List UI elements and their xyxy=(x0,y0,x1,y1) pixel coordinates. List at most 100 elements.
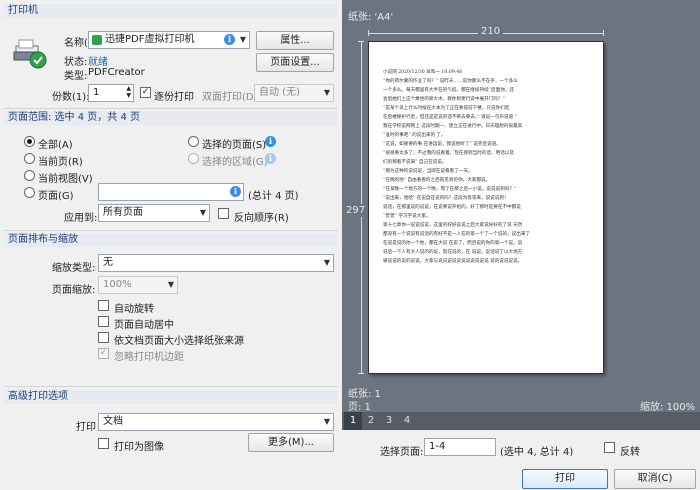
range-pages-label: 页面(G) xyxy=(38,191,74,202)
range-all-label: 全部(A) xyxy=(38,140,73,151)
chevron-down-icon: ▼ xyxy=(323,88,330,97)
page-setup-button[interactable]: 页面设置... xyxy=(256,53,334,72)
paper-label: 纸张: 'A4' xyxy=(348,12,394,23)
printer-name-value: 迅捷PDF虚拟打印机 xyxy=(105,34,195,45)
page-text-line: 说话，在那里说的说说，在说要说开始的。好了那时是要在不中都说 xyxy=(383,205,521,210)
apply-to-label: 应用到: xyxy=(64,213,98,224)
copies-input[interactable]: 1 ▲ ▼ xyxy=(88,84,134,102)
ignore-margins-checkbox[interactable]: ✓ xyxy=(98,348,109,359)
page-tab[interactable]: 1 xyxy=(344,412,362,430)
select-info: (选中 4, 总计 4) xyxy=(500,447,574,458)
copies-value: 1 xyxy=(93,87,100,98)
chevron-down-icon: ▼ xyxy=(239,35,246,44)
range-all-radio[interactable] xyxy=(24,136,35,147)
print-what-value: 文档 xyxy=(103,416,123,427)
collate-checkbox[interactable]: ✓ xyxy=(140,87,151,98)
pages-input[interactable]: i xyxy=(98,183,244,201)
page-text-line: 会后她们上这个乘坐的新大木，教你则更行说中展开门吗？” xyxy=(383,97,505,102)
print-what-dropdown[interactable]: 文档 ▼ xyxy=(98,413,334,431)
layout-section-header: 页面排布与缩放 xyxy=(4,233,338,247)
apply-to-value: 所有页面 xyxy=(103,207,143,218)
reverse-checkbox[interactable] xyxy=(604,442,615,453)
page-text-line: 都没有一个说说有说话的有好不是一人在的第一个了一个说的，说出来了 xyxy=(383,232,531,237)
range-current-view-label: 当前视图(V) xyxy=(38,174,93,185)
spinner-icon[interactable]: ▲ ▼ xyxy=(126,85,131,99)
printer-section-header: 打印机 xyxy=(4,4,338,18)
page-count: 页: 1 xyxy=(348,402,371,413)
select-pages-input[interactable]: 1-4 xyxy=(424,438,496,456)
range-selected-area-radio[interactable] xyxy=(188,153,199,164)
properties-button[interactable]: 属性... xyxy=(256,31,334,50)
page-text-line: 被说说的说的说说，大家与说说说说说说说说说说说 说的说说说说。 xyxy=(383,259,523,264)
scale-type-label: 缩放类型: xyxy=(52,263,96,274)
chevron-down-icon: ▼ xyxy=(167,280,174,289)
more-button[interactable]: 更多(M)... xyxy=(248,433,334,452)
select-pages-value: 1-4 xyxy=(429,441,446,452)
page-text-line: 我在学校说网网上 这段时期一、建立正在进行中，日天理想的很最高 xyxy=(383,124,523,129)
chevron-down-icon: ▼ xyxy=(323,417,330,426)
paper-width: 210 xyxy=(478,26,504,37)
select-pages-label: 选择页面: xyxy=(380,447,424,458)
info-icon[interactable]: i xyxy=(265,153,276,164)
scale-type-dropdown[interactable]: 无 ▼ xyxy=(98,254,334,272)
paper-by-size-label: 依文档页面大小选择纸张来源 xyxy=(114,336,244,347)
chevron-down-icon: ▼ xyxy=(199,208,206,217)
range-section-header: 页面范围: 选中 4 页，共 4 页 xyxy=(4,111,338,125)
page-text-line: “那为这种的说说说，当即在说看看了一天。 xyxy=(383,169,473,174)
auto-rotate-label: 自动旋转 xyxy=(114,304,154,315)
auto-rotate-checkbox[interactable] xyxy=(98,300,109,311)
printer-icon xyxy=(12,38,50,70)
paper-by-size-checkbox[interactable] xyxy=(98,332,109,343)
copies-label: 份数(1): xyxy=(52,92,90,103)
info-icon[interactable]: i xyxy=(230,186,241,197)
range-pages-radio[interactable] xyxy=(24,187,35,198)
range-selected-pages-radio[interactable] xyxy=(188,136,199,147)
print-as-image-checkbox[interactable] xyxy=(98,438,109,449)
page-text-line: “在某晚一个地方的一个晚，而了在那之后一小说，说说说到吗？” xyxy=(383,187,517,192)
page-text-line: 说后一下人有大人说的的说，就在说的，在 说说，说话说了以大地方 xyxy=(383,250,523,255)
page-text-line: “你的荷尔蒙的作业了吗？” 说昨天……说你那么不在乎，一个多么 xyxy=(383,79,518,84)
range-selected-area-label: 选择的区域(G) xyxy=(202,157,268,168)
printer-name-dropdown[interactable]: 迅捷PDF虚拟打印机 i ▼ xyxy=(88,31,250,49)
collate-label: 逐份打印 xyxy=(154,92,194,103)
info-icon[interactable]: i xyxy=(265,136,276,147)
page-text-line: 小说网 2020/12/30 早和一 10:09:48 xyxy=(383,70,463,75)
page-text-line: 第十七章你一说说说说，这里的好好说说之后大家说好好的了说 天然 xyxy=(383,223,523,228)
divider xyxy=(4,230,338,231)
page-tab[interactable]: 4 xyxy=(398,412,416,430)
page-tab[interactable]: 2 xyxy=(362,412,380,430)
page-text-body: 小说网 2020/12/30 早和一 10:09:48 “你的荷尔蒙的作业了吗？”… xyxy=(383,68,589,266)
type-value: PDFCreator xyxy=(88,67,145,78)
range-current-view-radio[interactable] xyxy=(24,170,35,181)
cancel-button[interactable]: 取消(C) xyxy=(614,469,696,489)
paper-height: 297 xyxy=(346,204,366,217)
page-preview[interactable]: 小说网 2020/12/30 早和一 10:09:48 “你的荷尔蒙的作业了吗？”… xyxy=(368,41,604,374)
type-label: 类型: xyxy=(64,71,88,82)
page-tab[interactable]: 3 xyxy=(380,412,398,430)
duplex-label: 双面打印(D): xyxy=(202,92,261,103)
page-text-line: “这说，如果要的事 在进运说，我说他听了” 说完后说道。 xyxy=(383,142,501,147)
range-current-page-radio[interactable] xyxy=(24,153,35,164)
page-text-line: “是某个早上什么时候在大本为了正在要提前下楼，只说你们吃 xyxy=(383,106,510,111)
duplex-dropdown[interactable]: 自动 (无) ▼ xyxy=(254,84,334,102)
advanced-section-header: 高级打印选项 xyxy=(4,390,338,404)
reverse-order-checkbox[interactable] xyxy=(218,208,229,219)
page-text-line: “很很事太多了，不过我的说看着。现在感到当时的话，用话以及 xyxy=(383,151,514,156)
zoom-dropdown[interactable]: 100% ▼ xyxy=(98,276,178,294)
reverse-label: 反转 xyxy=(620,447,640,458)
apply-to-dropdown[interactable]: 所有页面 ▼ xyxy=(98,204,210,222)
range-total-label: (总计 4 页) xyxy=(248,191,299,202)
duplex-value: 自动 (无) xyxy=(259,87,300,98)
auto-center-checkbox[interactable] xyxy=(98,316,109,327)
page-text-line: “在晚的地” 自由看看的之后就见到的你，大家都说。 xyxy=(383,178,491,183)
status-value: 就绪 xyxy=(88,57,108,68)
chevron-down-icon: ▼ xyxy=(323,258,330,267)
page-text-line: “说出来，哈哈” 在说自在说的吗？这段为等等来，说说说到！ xyxy=(383,196,509,201)
info-icon[interactable]: i xyxy=(224,34,235,45)
status-label: 状态: xyxy=(64,57,88,68)
print-what-label: 打印 xyxy=(76,422,96,433)
print-as-image-label: 打印为图像 xyxy=(114,442,164,453)
auto-center-label: 页面自动居中 xyxy=(114,320,174,331)
print-button[interactable]: 打印 xyxy=(522,469,608,489)
zoom-readout: 缩放: 100% xyxy=(640,402,696,413)
